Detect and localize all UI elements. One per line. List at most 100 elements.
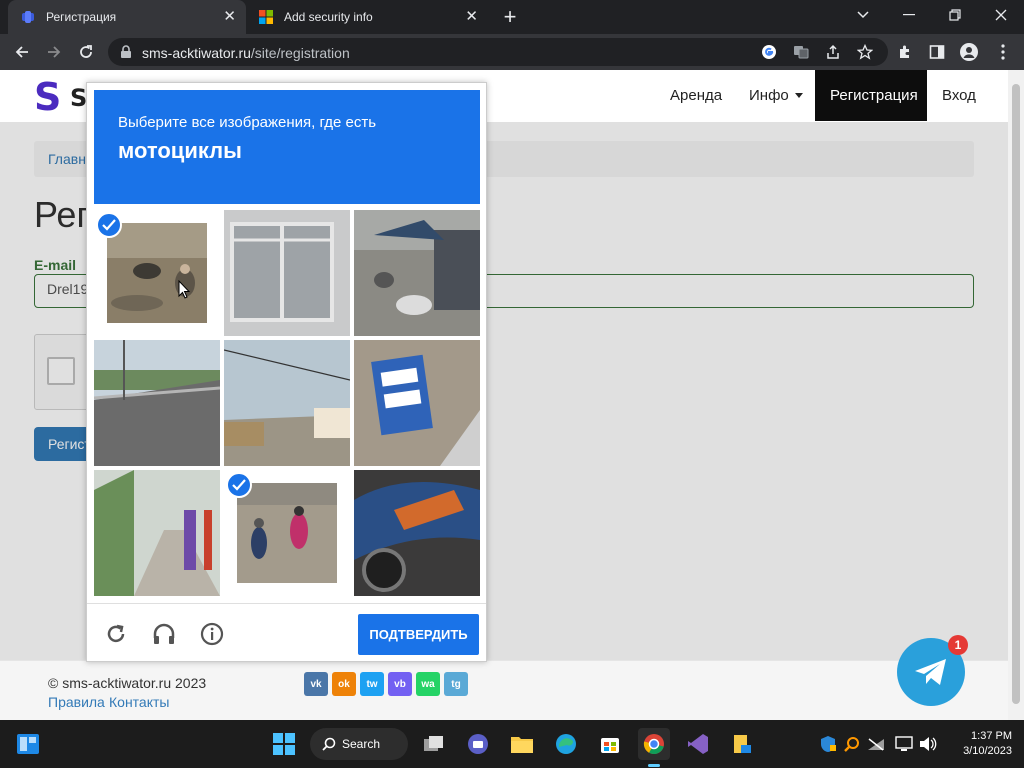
- reload-challenge-icon[interactable]: [102, 620, 130, 648]
- teams-chat-icon[interactable]: [462, 728, 494, 760]
- tab-close-icon[interactable]: ✕: [223, 9, 236, 25]
- tab-strip: Регистрация ✕ Add security info ✕ +: [0, 0, 1024, 34]
- file-explorer-icon[interactable]: [506, 728, 538, 760]
- logo-text: S: [70, 84, 87, 112]
- share-icon[interactable]: [824, 43, 842, 61]
- footer-link-rules[interactable]: Правила: [48, 694, 105, 710]
- captcha-header: Выберите все изображения, где есть мотоц…: [94, 90, 480, 204]
- telegram-badge: 1: [948, 635, 968, 655]
- caret-down-icon: [794, 93, 803, 98]
- twitter-icon[interactable]: tw: [360, 672, 384, 696]
- nav-arenda[interactable]: Аренда: [670, 70, 722, 121]
- extensions-puzzle-icon[interactable]: [894, 41, 916, 63]
- viber-icon[interactable]: vb: [388, 672, 412, 696]
- volume-tray-icon[interactable]: [918, 734, 938, 754]
- browser-menu-icon[interactable]: [992, 41, 1014, 63]
- url-host: sms-acktiwator.ru: [142, 45, 251, 61]
- microsoft-logo-icon: [259, 10, 273, 24]
- verify-button[interactable]: ПОДТВЕРДИТЬ: [358, 614, 479, 655]
- url-path: /site/registration: [250, 45, 350, 61]
- windows-taskbar: Search 1:37 PM 3/10/2023: [0, 720, 1024, 768]
- captcha-footer: ПОДТВЕРДИТЬ: [87, 603, 486, 661]
- windows-start-icon[interactable]: [268, 728, 300, 760]
- tile-image: [224, 210, 350, 336]
- tile-image: [237, 483, 337, 583]
- profile-avatar-icon[interactable]: [958, 41, 980, 63]
- visual-studio-icon[interactable]: [682, 728, 714, 760]
- tab-title: Add security info: [284, 10, 373, 24]
- system-clock[interactable]: 1:37 PM 3/10/2023: [948, 729, 1012, 759]
- url-text: sms-acktiwator.ru/site/registration: [142, 45, 350, 61]
- captcha-tile-4[interactable]: [94, 340, 220, 466]
- browser-toolbar: sms-acktiwator.ru/site/registration: [0, 34, 1024, 70]
- google-icon[interactable]: [760, 43, 778, 61]
- selected-check-icon: [96, 212, 122, 238]
- captcha-tile-1[interactable]: [94, 210, 220, 336]
- translate-icon[interactable]: [792, 43, 810, 61]
- task-view-icon[interactable]: [418, 728, 450, 760]
- defender-shield-icon[interactable]: [818, 734, 838, 754]
- chrome-active-indicator: [648, 764, 660, 767]
- captcha-tile-3[interactable]: [354, 210, 480, 336]
- mouse-cursor-icon: [178, 280, 190, 299]
- restore-button[interactable]: [932, 0, 978, 30]
- task-view-widget-icon[interactable]: [12, 728, 44, 760]
- tile-image: [354, 210, 480, 336]
- new-tab-button[interactable]: +: [498, 5, 522, 29]
- bookmark-star-icon[interactable]: [856, 43, 874, 61]
- vk-icon[interactable]: vk: [304, 672, 328, 696]
- arrow-left-icon: [15, 46, 28, 58]
- address-bar[interactable]: sms-acktiwator.ru/site/registration: [108, 38, 888, 66]
- site-footer: © sms-acktiwator.ru 2023 Правила Контакт…: [0, 660, 1008, 720]
- tab-close-icon[interactable]: ✕: [465, 9, 478, 25]
- tab-search-chevron-icon[interactable]: [840, 0, 886, 30]
- edge-browser-icon[interactable]: [550, 728, 582, 760]
- captcha-tile-2[interactable]: [224, 210, 350, 336]
- footer-link-contacts[interactable]: Контакты: [109, 694, 169, 710]
- display-tray-icon[interactable]: [894, 734, 914, 754]
- side-panel-icon[interactable]: [926, 41, 948, 63]
- nav-registration[interactable]: Регистрация: [815, 70, 927, 121]
- close-window-button[interactable]: [978, 0, 1024, 30]
- captcha-tile-6[interactable]: [354, 340, 480, 466]
- search-tray-icon[interactable]: [842, 734, 862, 754]
- odnoklassniki-icon[interactable]: ok: [332, 672, 356, 696]
- file-app-icon[interactable]: [726, 728, 758, 760]
- site-favicon-icon: [22, 11, 34, 23]
- captcha-challenge: Выберите все изображения, где есть мотоц…: [86, 82, 487, 662]
- captcha-prompt: Выберите все изображения, где есть: [118, 114, 377, 131]
- nav-info-label: Инфо: [749, 87, 789, 104]
- captcha-tile-7[interactable]: [94, 470, 220, 596]
- nav-login[interactable]: Вход: [942, 70, 976, 121]
- info-icon[interactable]: [198, 620, 226, 648]
- captcha-tile-9[interactable]: [354, 470, 480, 596]
- site-logo[interactable]: S S: [34, 76, 94, 116]
- taskbar-search-label: Search: [342, 737, 381, 751]
- chrome-taskbar-icon[interactable]: [638, 728, 670, 760]
- logo-letter: S: [34, 76, 61, 116]
- captcha-tile-5[interactable]: [224, 340, 350, 466]
- tile-image: [354, 340, 480, 466]
- audio-challenge-headphones-icon[interactable]: [150, 620, 178, 648]
- network-tray-icon[interactable]: [866, 734, 886, 754]
- microsoft-store-icon[interactable]: [594, 728, 626, 760]
- nav-info[interactable]: Инфо: [749, 70, 803, 121]
- tab-add-security-info[interactable]: Add security info ✕: [246, 0, 488, 34]
- back-button[interactable]: [10, 40, 34, 64]
- page-scrollbar[interactable]: [1008, 70, 1024, 720]
- tile-image: [94, 340, 220, 466]
- tile-image: [107, 223, 207, 323]
- whatsapp-icon[interactable]: wa: [416, 672, 440, 696]
- telegram-share-icon[interactable]: tg: [444, 672, 468, 696]
- captcha-tile-8[interactable]: [224, 470, 350, 596]
- taskbar-search[interactable]: Search: [310, 728, 408, 760]
- tab-registration[interactable]: Регистрация ✕: [8, 0, 246, 34]
- forward-button[interactable]: [42, 40, 66, 64]
- clock-date: 3/10/2023: [963, 745, 1012, 757]
- reload-icon: [80, 45, 92, 58]
- scrollbar-thumb[interactable]: [1012, 84, 1020, 704]
- minimize-button[interactable]: [886, 0, 932, 30]
- reload-button[interactable]: [74, 40, 98, 64]
- tile-image: [224, 340, 350, 466]
- arrow-right-icon: [48, 46, 61, 58]
